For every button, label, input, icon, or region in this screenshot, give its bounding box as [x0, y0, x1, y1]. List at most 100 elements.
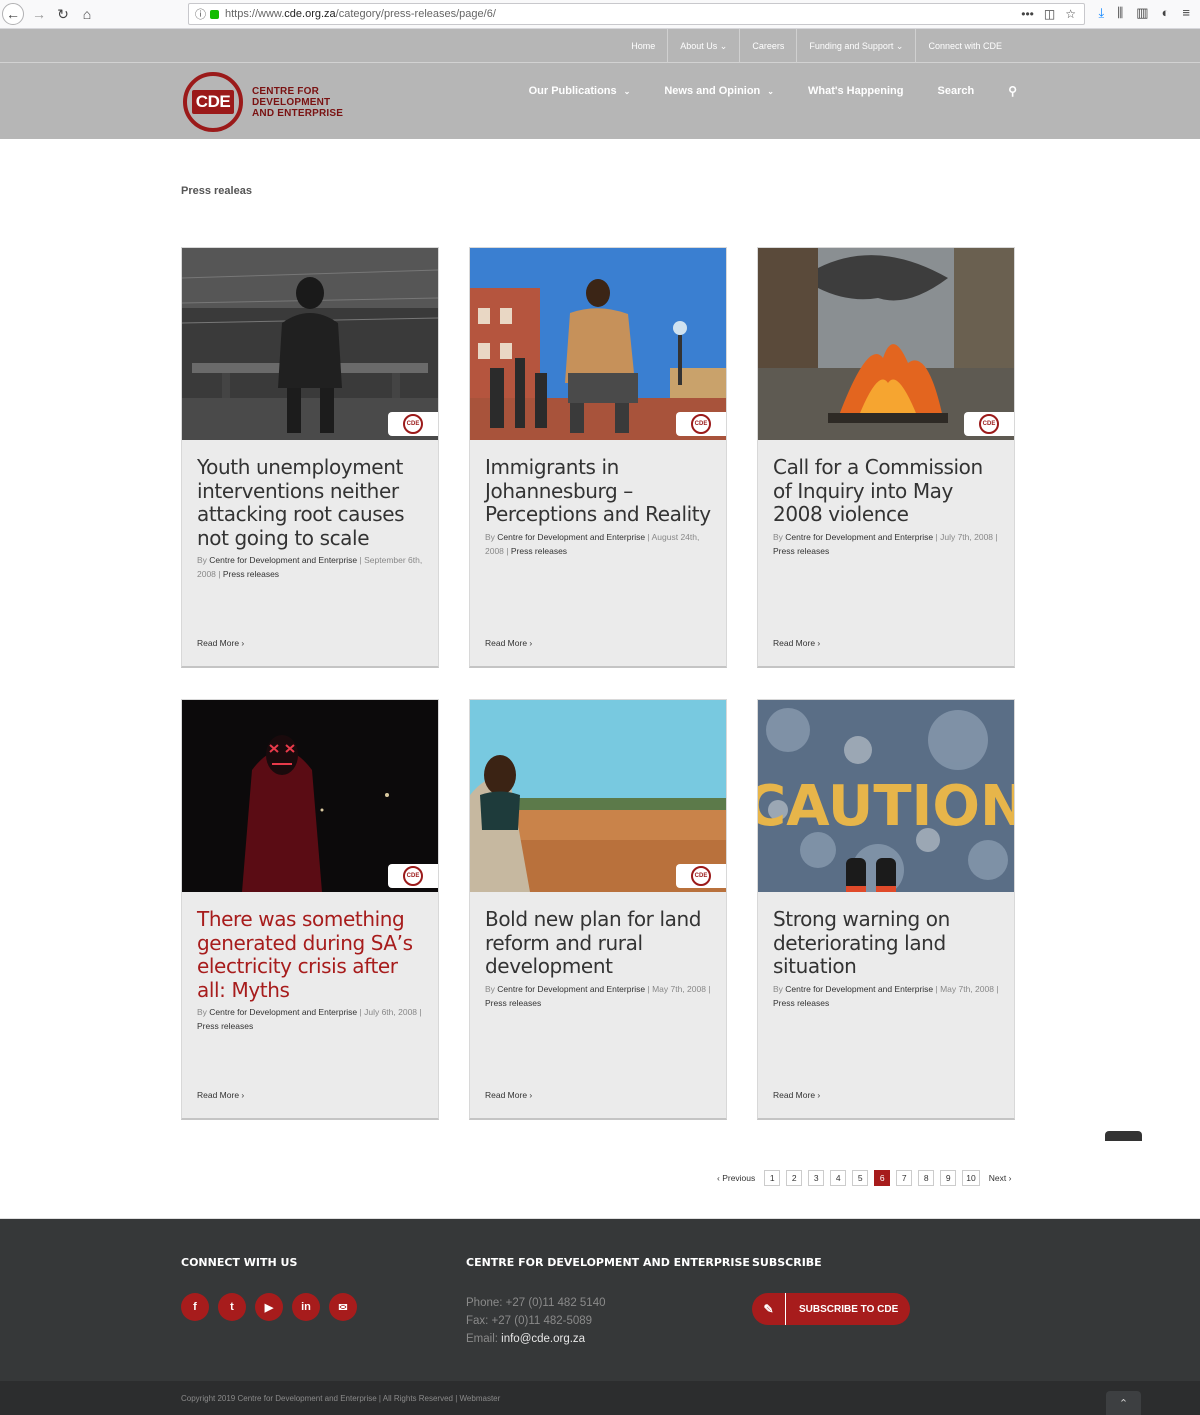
post-image[interactable]: CDE	[470, 700, 726, 892]
page-title: Press realeas	[181, 185, 252, 197]
post-author-link[interactable]: Centre for Development and Enterprise	[785, 532, 933, 542]
footer-subscribe-heading: SUBSCRIBE	[752, 1256, 822, 1269]
secondary-nav-careers[interactable]: Careers	[739, 29, 796, 63]
post-image[interactable]: CDE	[182, 248, 438, 440]
post-title[interactable]: Immigrants in Johannesburg – Perceptions…	[485, 455, 711, 527]
read-more-link[interactable]: Read More ›	[197, 1090, 244, 1100]
pagination-page[interactable]: 2	[786, 1170, 803, 1186]
library-icon[interactable]: ⫼	[1117, 5, 1123, 21]
secondary-nav-connect[interactable]: Connect with CDE	[915, 29, 1014, 63]
post-meta: By Centre for Development and Enterprise…	[773, 531, 998, 556]
read-more-link[interactable]: Read More ›	[773, 638, 820, 648]
post-title[interactable]: Youth unemployment interventions neither…	[197, 455, 423, 550]
reload-icon[interactable]: ↻	[52, 3, 74, 25]
social-links: f t ▶ in ✉	[181, 1293, 357, 1321]
post-category-link[interactable]: Press releases	[197, 1021, 253, 1031]
post-title[interactable]: Call for a Commission of Inquiry into Ma…	[773, 455, 999, 527]
nav-whats-happening[interactable]: What's Happening	[808, 85, 904, 97]
post-category-link[interactable]: Press releases	[485, 998, 541, 1008]
read-more-link[interactable]: Read More ›	[485, 1090, 532, 1100]
footer-connect-heading: CONNECT WITH US	[181, 1256, 298, 1269]
post-meta: By Centre for Development and Enterprise…	[197, 1007, 422, 1031]
post-author-link[interactable]: Centre for Development and Enterprise	[209, 1007, 357, 1017]
pagination: ‹ Previous 1 2 3 4 5 6 7 8 9 10 Next ›	[714, 1170, 1014, 1186]
browser-toolbar: ← → ↻ ⌂ ⓘ https://www.cde.org.za/categor…	[0, 0, 1200, 29]
pagination-page[interactable]: 10	[962, 1170, 980, 1186]
secondary-nav-about[interactable]: About Us ⌄	[667, 29, 739, 63]
post-category-link[interactable]: Press releases	[773, 998, 829, 1008]
pagination-page[interactable]: 1	[764, 1170, 781, 1186]
twitter-icon[interactable]: t	[218, 1293, 246, 1321]
back-arrow-icon[interactable]: ←	[2, 3, 24, 25]
post-title[interactable]: Strong warning on deteriorating land sit…	[773, 907, 999, 979]
nav-our-publications[interactable]: Our Publications ⌄	[529, 85, 631, 97]
pagination-page[interactable]: 7	[896, 1170, 913, 1186]
read-more-link[interactable]: Read More ›	[485, 638, 532, 648]
contact-fax: Fax: +27 (0)11 482-5089	[466, 1315, 593, 1327]
secondary-nav-funding[interactable]: Funding and Support ⌄	[796, 29, 915, 63]
read-more-link[interactable]: Read More ›	[197, 638, 244, 648]
cde-badge: CDE	[388, 412, 438, 436]
flag-extension-icon[interactable]: ◐	[1162, 5, 1170, 21]
chevron-up-icon[interactable]: ⌃	[1106, 1391, 1141, 1415]
site-footer: CONNECT WITH US CENTRE FOR DEVELOPMENT A…	[0, 1218, 1200, 1381]
pencil-note-icon: ✎	[752, 1293, 786, 1325]
bookmark-star-icon[interactable]: ☆	[1065, 7, 1076, 21]
post-author-link[interactable]: Centre for Development and Enterprise	[497, 984, 645, 994]
post-category-link[interactable]: Press releases	[511, 546, 567, 556]
read-more-link[interactable]: Read More ›	[773, 1090, 820, 1100]
site-logo[interactable]: CDE CENTRE FOR DEVELOPMENT AND ENTERPRIS…	[183, 72, 343, 132]
pagination-previous[interactable]: ‹ Previous	[714, 1173, 758, 1183]
download-icon[interactable]: ⤓	[1099, 5, 1105, 21]
post-author-link[interactable]: Centre for Development and Enterprise	[209, 555, 357, 565]
menu-icon[interactable]: ≡	[1182, 5, 1190, 21]
nav-news-opinion[interactable]: News and Opinion ⌄	[664, 85, 774, 97]
address-bar[interactable]: ⓘ https://www.cde.org.za/category/press-…	[188, 3, 1085, 25]
contact-info: Phone: +27 (0)11 482 5140 Fax: +27 (0)11…	[466, 1294, 606, 1348]
email-icon[interactable]: ✉	[329, 1293, 357, 1321]
info-icon[interactable]: ⓘ	[195, 6, 206, 22]
post-card: CDE Call for a Commission of Inquiry int…	[757, 247, 1015, 668]
pagination-page[interactable]: 3	[808, 1170, 825, 1186]
contact-email-link[interactable]: info@cde.org.za	[501, 1333, 585, 1345]
cde-badge: CDE	[676, 412, 726, 436]
main-nav: Our Publications ⌄ News and Opinion ⌄ What…	[529, 63, 1017, 119]
pagination-page[interactable]: 4	[830, 1170, 847, 1186]
secondary-nav-home[interactable]: Home	[619, 29, 667, 63]
post-author-link[interactable]: Centre for Development and Enterprise	[497, 532, 645, 542]
main-header: CDE CENTRE FOR DEVELOPMENT AND ENTERPRIS…	[0, 63, 1200, 139]
post-title[interactable]: Bold new plan for land reform and rural …	[485, 907, 711, 979]
post-category-link[interactable]: Press releases	[223, 569, 279, 579]
pagination-page[interactable]: 9	[940, 1170, 957, 1186]
linkedin-icon[interactable]: in	[292, 1293, 320, 1321]
post-image[interactable]: CDE	[182, 700, 438, 892]
pagination-next[interactable]: Next ›	[986, 1173, 1015, 1183]
copyright-bar: Copyright 2019 Centre for Development an…	[0, 1381, 1200, 1415]
caution-graffiti: CAUTION	[758, 774, 1014, 839]
secondary-nav: Home About Us ⌄ Careers Funding and Supp…	[619, 29, 1014, 63]
nav-search[interactable]: Search	[938, 85, 975, 97]
subscribe-button[interactable]: ✎ SUBSCRIBE TO CDE	[752, 1293, 910, 1325]
pagination-page[interactable]: 8	[918, 1170, 935, 1186]
facebook-icon[interactable]: f	[181, 1293, 209, 1321]
pocket-icon[interactable]: ◫	[1044, 7, 1055, 21]
forward-arrow-icon[interactable]: →	[28, 3, 50, 25]
sidebar-icon[interactable]: ▥	[1136, 5, 1148, 21]
post-author-link[interactable]: Centre for Development and Enterprise	[785, 984, 933, 994]
floating-tab-button[interactable]	[1105, 1131, 1142, 1141]
post-image[interactable]: CDE	[470, 248, 726, 440]
pagination-page[interactable]: 5	[852, 1170, 869, 1186]
chevron-down-icon: ⌄	[623, 86, 631, 96]
page-actions-icon[interactable]: •••	[1021, 7, 1034, 21]
post-meta: By Centre for Development and Enterprise…	[773, 983, 999, 1008]
search-icon[interactable]: ⚲	[1008, 84, 1017, 98]
post-image[interactable]: CAUTION	[758, 700, 1014, 892]
contact-phone: Phone: +27 (0)11 482 5140	[466, 1297, 606, 1309]
post-title[interactable]: There was something generated during SA’…	[197, 907, 423, 1002]
chevron-down-icon: ⌄	[767, 86, 774, 96]
post-image[interactable]: CDE	[758, 248, 1014, 440]
post-category-link[interactable]: Press releases	[773, 546, 829, 556]
post-card: CDE There was something generated during…	[181, 699, 439, 1120]
youtube-icon[interactable]: ▶	[255, 1293, 283, 1321]
home-icon[interactable]: ⌂	[76, 3, 98, 25]
